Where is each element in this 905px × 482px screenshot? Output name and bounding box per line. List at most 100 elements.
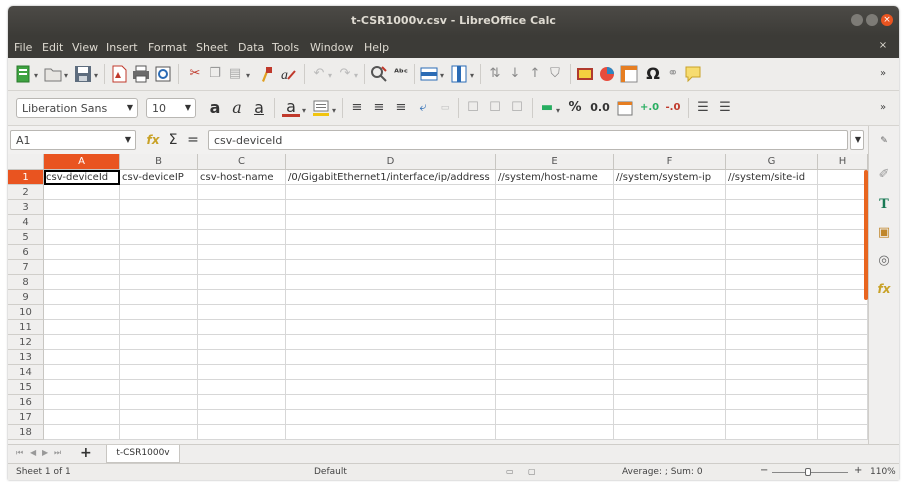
cell[interactable] bbox=[198, 410, 286, 425]
row-header[interactable]: 6 bbox=[8, 245, 44, 260]
cell[interactable] bbox=[120, 305, 198, 320]
cell[interactable] bbox=[286, 260, 496, 275]
percent-format-button[interactable]: % bbox=[566, 99, 584, 117]
cell[interactable] bbox=[120, 320, 198, 335]
cell[interactable] bbox=[818, 320, 868, 335]
cell[interactable] bbox=[198, 425, 286, 440]
row-header[interactable]: 9 bbox=[8, 290, 44, 305]
cell[interactable] bbox=[614, 350, 726, 365]
cell[interactable] bbox=[726, 380, 818, 395]
cell[interactable] bbox=[496, 230, 614, 245]
font-size-dropdown-icon[interactable]: ▼ bbox=[185, 103, 191, 112]
cell[interactable] bbox=[198, 215, 286, 230]
cell[interactable] bbox=[726, 185, 818, 200]
expand-formula-bar-button[interactable]: ▼ bbox=[850, 130, 864, 150]
cell[interactable] bbox=[726, 215, 818, 230]
zoom-in-button[interactable]: + bbox=[854, 465, 862, 476]
cell[interactable] bbox=[120, 425, 198, 440]
cell[interactable] bbox=[496, 320, 614, 335]
align-bottom-icon[interactable]: ☐ bbox=[508, 99, 526, 117]
image-icon[interactable] bbox=[576, 65, 594, 83]
first-sheet-icon[interactable]: ⏮ bbox=[16, 448, 23, 458]
date-format-icon[interactable] bbox=[616, 99, 634, 117]
row-header[interactable]: 18 bbox=[8, 425, 44, 440]
cell[interactable] bbox=[818, 335, 868, 350]
cell[interactable] bbox=[818, 350, 868, 365]
currency-format-icon[interactable]: ▬ bbox=[538, 99, 556, 117]
cell[interactable] bbox=[496, 260, 614, 275]
cell[interactable] bbox=[496, 350, 614, 365]
cell[interactable] bbox=[496, 245, 614, 260]
cell[interactable] bbox=[818, 260, 868, 275]
cell[interactable] bbox=[726, 365, 818, 380]
cell[interactable] bbox=[496, 395, 614, 410]
background-color-icon[interactable] bbox=[312, 99, 330, 117]
redo-icon[interactable]: ↷ bbox=[336, 65, 354, 83]
cell[interactable] bbox=[286, 275, 496, 290]
cell[interactable] bbox=[286, 245, 496, 260]
maximize-button[interactable] bbox=[866, 14, 878, 26]
cell[interactable] bbox=[614, 380, 726, 395]
zoom-out-button[interactable]: − bbox=[760, 465, 768, 476]
column-header-f[interactable]: F bbox=[614, 154, 726, 169]
cell[interactable] bbox=[726, 245, 818, 260]
cell[interactable] bbox=[726, 425, 818, 440]
cell[interactable] bbox=[614, 425, 726, 440]
cell[interactable] bbox=[286, 185, 496, 200]
cell[interactable] bbox=[44, 395, 120, 410]
sort-ascending-icon[interactable]: ↓ bbox=[506, 65, 524, 83]
menu-format[interactable]: Format bbox=[148, 41, 187, 54]
sidebar-menu-icon[interactable]: ✎ bbox=[875, 132, 893, 150]
cell[interactable] bbox=[614, 230, 726, 245]
cell[interactable] bbox=[120, 380, 198, 395]
cell[interactable] bbox=[120, 200, 198, 215]
row-header[interactable]: 2 bbox=[8, 185, 44, 200]
font-name-dropdown-icon[interactable]: ▼ bbox=[127, 103, 133, 112]
cell[interactable] bbox=[120, 245, 198, 260]
cell[interactable] bbox=[726, 410, 818, 425]
cell[interactable] bbox=[614, 200, 726, 215]
cell[interactable] bbox=[44, 365, 120, 380]
cell[interactable] bbox=[496, 200, 614, 215]
cell[interactable] bbox=[726, 290, 818, 305]
cell[interactable] bbox=[44, 245, 120, 260]
cell[interactable] bbox=[496, 410, 614, 425]
row-header[interactable]: 8 bbox=[8, 275, 44, 290]
row-header[interactable]: 3 bbox=[8, 200, 44, 215]
cell[interactable] bbox=[614, 185, 726, 200]
cell[interactable] bbox=[726, 395, 818, 410]
cell[interactable] bbox=[44, 200, 120, 215]
cell[interactable]: /0/GigabitEthernet1/interface/ip/address bbox=[286, 170, 496, 185]
cell[interactable] bbox=[44, 230, 120, 245]
cut-icon[interactable]: ✂ bbox=[186, 65, 204, 83]
cell[interactable] bbox=[286, 290, 496, 305]
cell[interactable] bbox=[198, 260, 286, 275]
cell[interactable] bbox=[120, 290, 198, 305]
column-icon[interactable] bbox=[450, 65, 468, 83]
cell[interactable] bbox=[198, 290, 286, 305]
next-sheet-icon[interactable]: ▶ bbox=[42, 448, 48, 457]
cell[interactable] bbox=[614, 275, 726, 290]
cell[interactable] bbox=[818, 305, 868, 320]
last-sheet-icon[interactable]: ⏭ bbox=[54, 448, 61, 458]
cell[interactable] bbox=[286, 365, 496, 380]
cell[interactable] bbox=[44, 290, 120, 305]
cell[interactable] bbox=[818, 410, 868, 425]
cell[interactable] bbox=[614, 365, 726, 380]
column-header-h[interactable]: H bbox=[818, 154, 868, 169]
cell[interactable] bbox=[818, 425, 868, 440]
cell[interactable]: //system/system-ip bbox=[614, 170, 726, 185]
cell[interactable] bbox=[726, 230, 818, 245]
cell[interactable] bbox=[496, 275, 614, 290]
row-header[interactable]: 16 bbox=[8, 395, 44, 410]
cell[interactable] bbox=[818, 275, 868, 290]
save-icon[interactable] bbox=[74, 65, 92, 83]
formatting-overflow-icon[interactable]: » bbox=[874, 99, 892, 117]
name-box-dropdown-icon[interactable]: ▼ bbox=[125, 135, 131, 144]
cell[interactable] bbox=[120, 185, 198, 200]
cell[interactable] bbox=[818, 230, 868, 245]
cell[interactable] bbox=[198, 365, 286, 380]
decrease-indent-icon[interactable]: ☰ bbox=[716, 99, 734, 117]
cell[interactable] bbox=[818, 380, 868, 395]
wrap-text-icon[interactable]: ⤶ bbox=[414, 99, 432, 117]
